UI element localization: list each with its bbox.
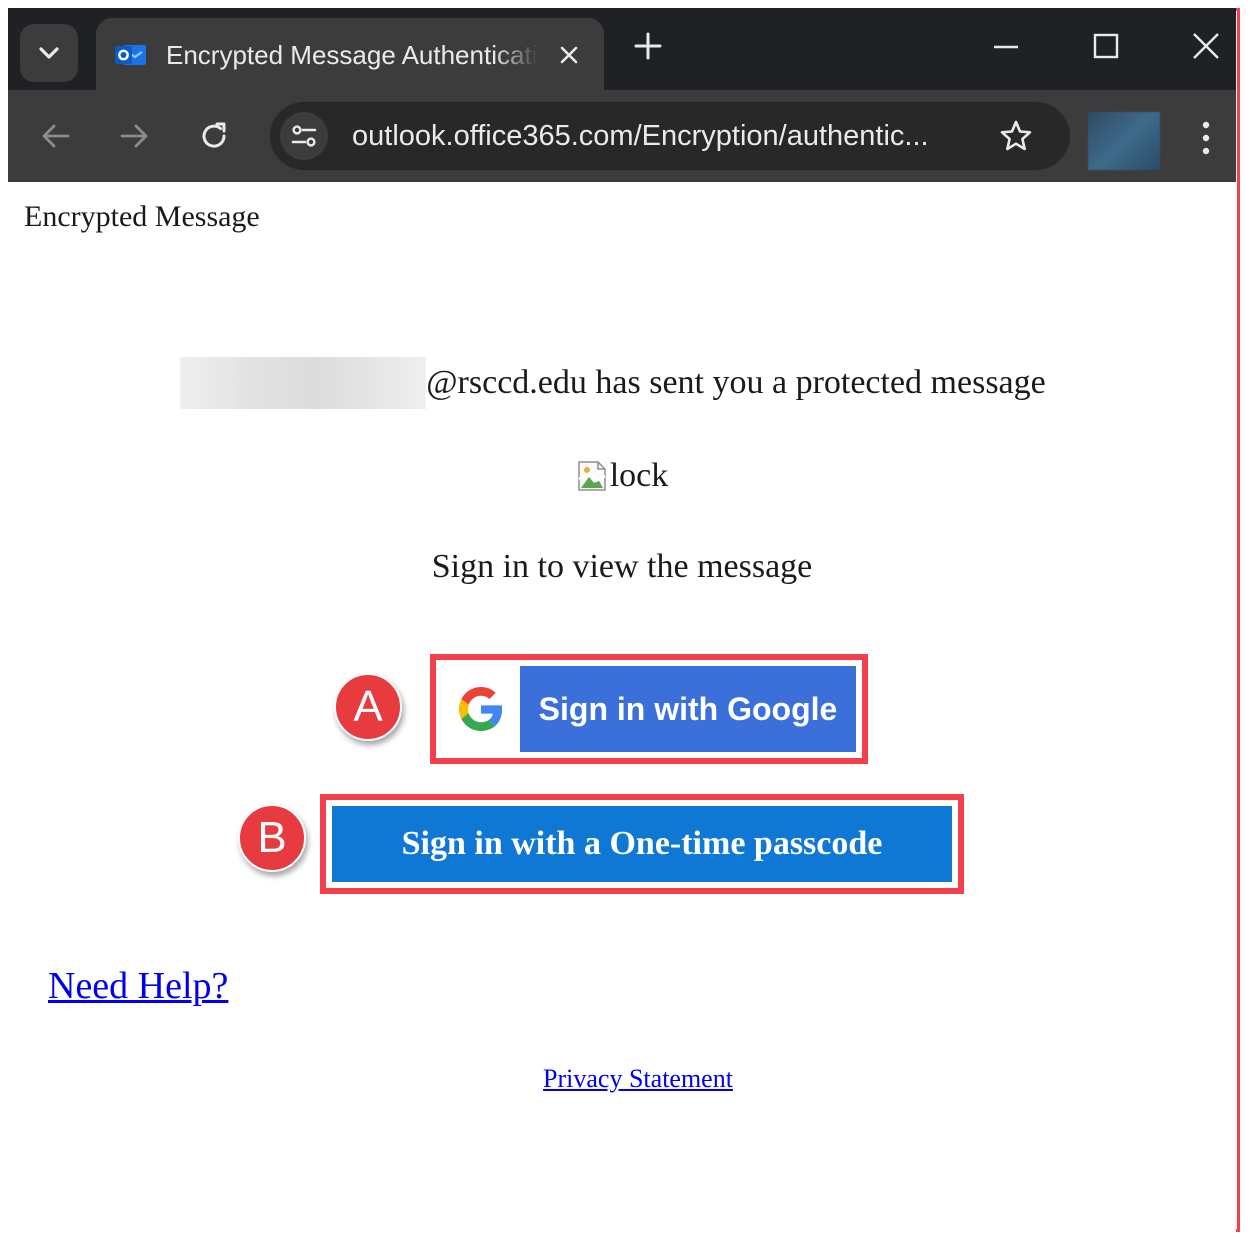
close-window-icon[interactable]: [1186, 26, 1226, 66]
url-text[interactable]: outlook.office365.com/Encryption/authent…: [352, 116, 992, 156]
site-info-button[interactable]: [280, 112, 328, 160]
browser-toolbar: outlook.office365.com/Encryption/authent…: [8, 90, 1236, 182]
lock-image: lock: [8, 454, 1236, 498]
address-bar[interactable]: outlook.office365.com/Encryption/authent…: [270, 102, 1070, 170]
signin-prompt: Sign in to view the message: [431, 548, 813, 585]
reload-icon[interactable]: [196, 118, 232, 154]
back-icon[interactable]: [38, 118, 74, 154]
browser-tab-strip: Encrypted Message Authentication: [8, 8, 1236, 90]
page-title: Encrypted Message: [24, 200, 260, 233]
google-button-label: Sign in with Google: [538, 691, 838, 727]
sign-in-with-google-button[interactable]: Sign in with Google: [442, 666, 856, 752]
outlook-icon: [115, 45, 146, 65]
chevron-down-icon: [39, 47, 59, 59]
close-icon[interactable]: [554, 40, 584, 70]
maximize-icon[interactable]: [1086, 26, 1126, 66]
annotation-marker-a: A: [334, 673, 402, 741]
tab-search-button[interactable]: [20, 24, 78, 82]
redacted-sender-name: [180, 357, 427, 409]
sign-in-with-passcode-button[interactable]: Sign in with a One-time passcode: [332, 806, 952, 882]
sender-message: @rsccd.edu has sent you a protected mess…: [426, 364, 1046, 401]
tab-title: Encrypted Message Authentication: [166, 40, 538, 70]
more-menu-icon[interactable]: [1190, 116, 1222, 160]
page-content: Encrypted Message @rsccd.edu has sent yo…: [8, 182, 1236, 1232]
need-help-link[interactable]: Need Help?: [48, 964, 228, 1008]
privacy-statement-text[interactable]: Privacy Statement: [543, 1064, 733, 1093]
google-logo-icon: [459, 687, 503, 731]
sender-line: @rsccd.edu has sent you a protected mess…: [8, 356, 1236, 410]
broken-image-icon: [577, 461, 606, 491]
privacy-statement-link: Privacy Statement: [8, 1064, 1250, 1094]
forward-icon[interactable]: [116, 118, 152, 154]
browser-tab-active[interactable]: Encrypted Message Authentication: [96, 18, 604, 90]
google-logo-box: [442, 666, 520, 752]
star-icon[interactable]: [998, 118, 1034, 154]
profile-avatar[interactable]: [1088, 112, 1160, 170]
site-info-icon: [291, 125, 317, 147]
minimize-icon[interactable]: [986, 26, 1026, 66]
plus-icon[interactable]: [630, 28, 666, 64]
lock-alt-text: lock: [609, 457, 669, 494]
annotation-marker-b: B: [238, 804, 306, 872]
